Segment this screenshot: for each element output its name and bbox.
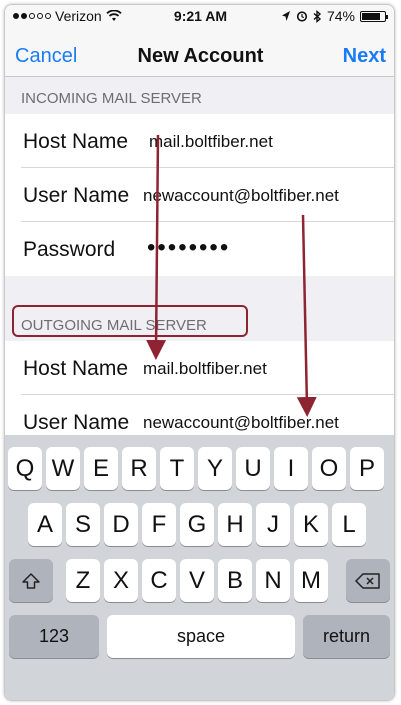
- key-v[interactable]: V: [180, 559, 214, 602]
- incoming-user-label: User Name: [23, 184, 130, 207]
- backspace-icon: [355, 572, 380, 589]
- key-g[interactable]: G: [180, 503, 214, 546]
- incoming-host-name-row[interactable]: Host Name mail.boltfiber.net: [5, 114, 394, 168]
- status-bar: Verizon 9:21 AM 74%: [5, 5, 394, 27]
- shift-arrow-icon: [22, 572, 40, 589]
- bluetooth-icon: [313, 9, 322, 23]
- numbers-key[interactable]: 123: [9, 615, 99, 658]
- key-r[interactable]: R: [122, 447, 156, 490]
- key-x[interactable]: X: [104, 559, 138, 602]
- key-y[interactable]: Y: [198, 447, 232, 490]
- key-a[interactable]: A: [28, 503, 62, 546]
- key-z[interactable]: Z: [66, 559, 100, 602]
- outgoing-user-label: User Name: [23, 411, 130, 434]
- battery-percent: 74%: [326, 8, 355, 24]
- key-n[interactable]: N: [256, 559, 290, 602]
- incoming-password-field[interactable]: ••••••••: [147, 234, 230, 262]
- shift-key[interactable]: [9, 559, 53, 602]
- key-e[interactable]: E: [84, 447, 118, 490]
- phone-screen: Verizon 9:21 AM 74% Cancel New Account N…: [4, 4, 395, 701]
- space-key[interactable]: space: [107, 615, 295, 658]
- outgoing-user-field[interactable]: newaccount@boltfiber.net: [143, 413, 339, 433]
- key-k[interactable]: K: [294, 503, 328, 546]
- page-title: New Account: [137, 45, 264, 67]
- key-o[interactable]: O: [312, 447, 346, 490]
- key-i[interactable]: I: [274, 447, 308, 490]
- incoming-user-field[interactable]: newaccount@boltfiber.net: [143, 186, 339, 206]
- location-arrow-icon: [281, 11, 290, 21]
- incoming-host-label: Host Name: [23, 130, 129, 153]
- battery-icon: [360, 10, 388, 22]
- keyboard: Q W E R T Y U I O P A S D F G H J K L Z …: [5, 435, 394, 700]
- key-j[interactable]: J: [256, 503, 290, 546]
- key-q[interactable]: Q: [8, 447, 42, 490]
- navigation-bar: Cancel New Account Next: [5, 27, 394, 77]
- outgoing-host-label: Host Name: [23, 357, 129, 380]
- incoming-user-name-row[interactable]: User Name newaccount@boltfiber.net: [5, 168, 394, 222]
- incoming-host-field[interactable]: mail.boltfiber.net: [149, 132, 273, 152]
- outgoing-host-field[interactable]: mail.boltfiber.net: [143, 359, 267, 379]
- key-d[interactable]: D: [104, 503, 138, 546]
- incoming-password-row[interactable]: Password ••••••••: [5, 222, 394, 276]
- key-l[interactable]: L: [332, 503, 366, 546]
- delete-key[interactable]: [346, 559, 390, 602]
- incoming-section-header: INCOMING MAIL SERVER: [21, 90, 202, 107]
- key-c[interactable]: C: [142, 559, 176, 602]
- next-button[interactable]: Next: [343, 45, 386, 68]
- key-h[interactable]: H: [218, 503, 252, 546]
- key-t[interactable]: T: [160, 447, 194, 490]
- key-p[interactable]: P: [350, 447, 384, 490]
- key-s[interactable]: S: [66, 503, 100, 546]
- key-b[interactable]: B: [218, 559, 252, 602]
- key-w[interactable]: W: [46, 447, 80, 490]
- annotation-highlight-box: [12, 305, 248, 337]
- alarm-icon: [296, 11, 308, 22]
- outgoing-host-name-row[interactable]: Host Name mail.boltfiber.net: [5, 341, 394, 395]
- incoming-password-label: Password: [23, 238, 116, 261]
- key-f[interactable]: F: [142, 503, 176, 546]
- key-m[interactable]: M: [294, 559, 328, 602]
- status-right: 74%: [281, 8, 388, 24]
- return-key[interactable]: return: [303, 615, 390, 658]
- key-u[interactable]: U: [236, 447, 270, 490]
